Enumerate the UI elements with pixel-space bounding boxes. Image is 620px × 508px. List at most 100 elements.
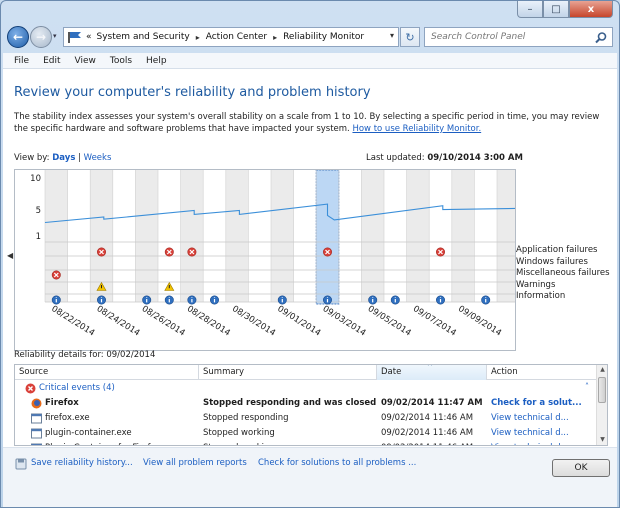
details-label: Reliability details for: 09/02/2014: [14, 350, 156, 360]
cell-action[interactable]: View technical d...: [491, 441, 591, 445]
group-label: Critical events (4): [39, 383, 115, 393]
page-description: The stability index assesses your system…: [14, 111, 604, 135]
x-tick-label: 09/03/2014: [321, 304, 368, 338]
x-tick-label: 09/05/2014: [366, 304, 413, 338]
table-row[interactable]: Plugin Container for Firefox Stopped work…: [15, 441, 597, 445]
column-summary[interactable]: Summary: [199, 365, 377, 380]
cell-source: Firefox: [45, 398, 79, 408]
view-by-selector: View by: Days | Weeks: [14, 153, 111, 163]
stability-chart[interactable]: 10 5 1 08/22/2014 08/24/2014 08/26/2014 08/28/…: [14, 169, 520, 351]
breadcrumb-system-and-security[interactable]: System and Security: [97, 32, 190, 42]
caption-buttons: – □ x: [517, 1, 613, 19]
control-panel-icon: [68, 32, 81, 43]
menu-bar: File Edit View Tools Help: [3, 53, 617, 69]
maximize-button[interactable]: □: [543, 1, 569, 18]
stability-chart-svg[interactable]: 10 5 1 08/22/201408/24/201408/26/201408/28/…: [15, 169, 520, 350]
cell-summary: Stopped working: [203, 428, 275, 438]
y-tick-label: 10: [30, 174, 41, 184]
page-title: Review your computer's reliability and p…: [14, 85, 371, 100]
content-pane: Review your computer's reliability and p…: [3, 69, 617, 507]
cell-date: 09/02/2014 11:46 AM: [381, 428, 474, 438]
ok-button[interactable]: OK: [552, 459, 610, 477]
search-icon[interactable]: [594, 31, 608, 45]
menu-edit[interactable]: Edit: [43, 56, 60, 66]
cell-date: 09/02/2014 11:46 AM: [381, 413, 474, 423]
recent-pages-dropdown[interactable]: ▾: [53, 32, 57, 40]
description-text: The stability index assesses your system…: [14, 112, 600, 134]
table-row[interactable]: plugin-container.exe Stopped working 09/02…: [15, 426, 597, 441]
group-critical-events[interactable]: Critical events (4) ˄: [17, 381, 595, 395]
view-by-label: View by:: [14, 153, 50, 163]
legend-misc-failures: Miscellaneous failures: [516, 268, 610, 279]
y-tick-label: 1: [36, 232, 41, 242]
cell-source: firefox.exe: [45, 413, 90, 423]
how-to-link[interactable]: How to use Reliability Monitor.: [352, 124, 481, 134]
check-solutions-link[interactable]: Check for solutions to all problems ...: [258, 458, 416, 468]
menu-tools[interactable]: Tools: [110, 56, 132, 66]
cell-action[interactable]: View technical d...: [491, 411, 591, 426]
column-source[interactable]: Source: [15, 365, 199, 380]
chart-scroll-left-icon[interactable]: ◀: [7, 251, 13, 260]
menu-help[interactable]: Help: [146, 56, 167, 66]
search-placeholder: Search Control Panel: [431, 32, 526, 42]
cell-date: 09/02/2014 11:46 AM: [381, 441, 487, 445]
cell-summary: Stopped responding and was closed: [203, 398, 377, 408]
forward-button[interactable]: →: [30, 26, 52, 48]
scroll-up-icon[interactable]: ▲: [598, 366, 607, 376]
details-scrollbar[interactable]: ▲ ▼: [596, 365, 607, 445]
reliability-monitor-window: – □ x ← → ▾ « System and Security ▸ Acti…: [0, 0, 620, 508]
navigation-bar: ← → ▾ « System and Security ▸ Action Cen…: [1, 23, 619, 51]
table-row[interactable]: firefox.exe Stopped responding 09/02/2014 …: [15, 411, 597, 426]
legend-warnings: Warnings: [516, 279, 556, 290]
crumb-separator[interactable]: ▸: [196, 33, 200, 42]
crumb-separator[interactable]: ▸: [273, 33, 277, 42]
refresh-button[interactable]: ↻: [400, 27, 420, 47]
cell-source: plugin-container.exe: [45, 428, 132, 438]
breadcrumb-action-center[interactable]: Action Center: [206, 32, 267, 42]
chart-legend: Application failures Windows failures Mi…: [516, 245, 610, 303]
firefox-icon: [31, 398, 42, 409]
selected-day-highlight: [315, 169, 340, 305]
x-tick-label: 09/09/2014: [456, 304, 503, 338]
sort-ascending-icon: ^: [427, 364, 433, 371]
view-weeks-link[interactable]: Weeks: [84, 153, 112, 163]
address-bar[interactable]: « System and Security ▸ Action Center ▸ …: [63, 27, 399, 47]
cell-summary: Stopped responding: [203, 413, 289, 423]
scroll-down-icon[interactable]: ▼: [598, 436, 607, 445]
legend-windows-failures: Windows failures: [516, 256, 588, 267]
legend-application-failures: Application failures: [516, 245, 598, 255]
table-row[interactable]: Firefox Stopped responding and was closed…: [15, 396, 597, 411]
view-days-link[interactable]: Days: [52, 153, 75, 163]
view-all-reports-link[interactable]: View all problem reports: [143, 458, 247, 468]
x-tick-label: 08/24/2014: [95, 304, 142, 338]
cell-summary: Stopped working: [203, 441, 377, 445]
x-tick-label: 08/30/2014: [230, 304, 277, 338]
menu-file[interactable]: File: [14, 56, 29, 66]
scroll-thumb[interactable]: [598, 377, 606, 403]
cell-date: 09/02/2014 11:47 AM: [381, 398, 483, 408]
minimize-button[interactable]: –: [517, 1, 543, 18]
save-history-link[interactable]: Save reliability history...: [31, 458, 133, 468]
search-box[interactable]: Search Control Panel: [424, 27, 613, 47]
x-tick-label: 09/07/2014: [411, 304, 458, 338]
collapse-group-icon[interactable]: ˄: [585, 382, 589, 391]
back-button[interactable]: ←: [7, 26, 29, 48]
application-icon: [31, 413, 42, 424]
column-action[interactable]: Action: [487, 365, 597, 380]
close-button[interactable]: x: [569, 1, 613, 18]
x-tick-label: 08/28/2014: [185, 304, 232, 338]
legend-information: Information: [516, 291, 566, 302]
breadcrumb-reliability-monitor[interactable]: Reliability Monitor: [283, 32, 364, 42]
save-icon: [15, 458, 27, 470]
x-tick-label: 09/01/2014: [275, 304, 322, 338]
cell-action[interactable]: View technical d...: [491, 426, 591, 441]
cell-action[interactable]: Check for a solut...: [491, 396, 591, 411]
address-dropdown-icon[interactable]: ▾: [390, 31, 394, 40]
y-tick-label: 5: [36, 206, 41, 216]
menu-view[interactable]: View: [75, 56, 96, 66]
column-date[interactable]: Date ^: [377, 365, 487, 380]
column-date-label: Date: [381, 367, 402, 377]
footer-bar: Save reliability history... View all pro…: [3, 447, 617, 507]
last-updated-label: Last updated:: [366, 153, 425, 163]
view-separator: |: [78, 153, 81, 163]
